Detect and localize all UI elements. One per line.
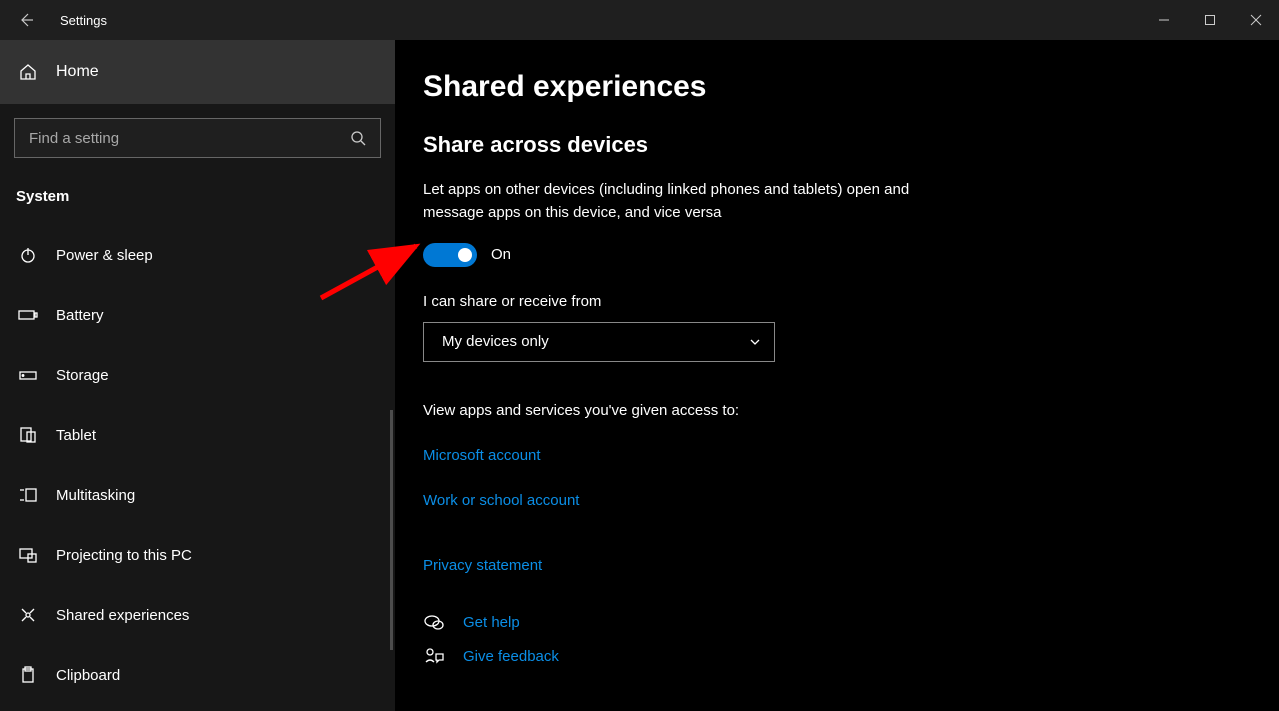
- sidebar-item-label: Multitasking: [56, 487, 135, 504]
- sidebar-item-tablet[interactable]: Tablet: [0, 405, 395, 465]
- tablet-icon: [18, 426, 38, 444]
- storage-icon: [18, 368, 38, 382]
- sidebar-item-projecting[interactable]: Projecting to this PC: [0, 525, 395, 585]
- arrow-left-icon: [18, 12, 34, 28]
- search-box[interactable]: [14, 118, 381, 158]
- clipboard-icon: [18, 666, 38, 684]
- sidebar-item-label: Battery: [56, 307, 104, 324]
- privacy-statement-link[interactable]: Privacy statement: [423, 557, 542, 574]
- toggle-state-label: On: [491, 246, 511, 263]
- sidebar-home-label: Home: [56, 63, 99, 81]
- get-help-link[interactable]: Get help: [463, 614, 520, 631]
- section-heading: Share across devices: [423, 132, 1251, 158]
- multitasking-icon: [18, 487, 38, 503]
- sidebar-home[interactable]: Home: [0, 40, 395, 104]
- sidebar-item-shared-experiences[interactable]: Shared experiences: [0, 585, 395, 645]
- maximize-icon: [1204, 14, 1216, 26]
- sidebar-scrollbar[interactable]: [390, 410, 393, 650]
- sidebar-item-storage[interactable]: Storage: [0, 345, 395, 405]
- search-input[interactable]: [29, 130, 350, 147]
- window-title: Settings: [60, 13, 107, 28]
- chat-icon: [423, 614, 445, 632]
- minimize-icon: [1158, 14, 1170, 26]
- back-button[interactable]: [10, 4, 42, 36]
- main-content: Shared experiences Share across devices …: [395, 40, 1279, 711]
- give-feedback-row[interactable]: Give feedback: [423, 648, 1251, 666]
- feedback-icon: [423, 648, 445, 666]
- section-description: Let apps on other devices (including lin…: [423, 178, 963, 225]
- share-across-devices-toggle[interactable]: [423, 243, 477, 267]
- sidebar: Home System Power & sleep: [0, 40, 395, 711]
- dropdown-value: My devices only: [442, 333, 549, 350]
- projecting-icon: [18, 547, 38, 563]
- minimize-button[interactable]: [1141, 4, 1187, 36]
- sidebar-item-multitasking[interactable]: Multitasking: [0, 465, 395, 525]
- sidebar-item-clipboard[interactable]: Clipboard: [0, 645, 395, 705]
- maximize-button[interactable]: [1187, 4, 1233, 36]
- share-from-dropdown[interactable]: My devices only: [423, 322, 775, 362]
- sidebar-nav: Power & sleep Battery Storage Tablet: [0, 225, 395, 705]
- sidebar-item-label: Clipboard: [56, 667, 120, 684]
- sidebar-item-label: Shared experiences: [56, 607, 189, 624]
- home-icon: [18, 63, 38, 81]
- sidebar-item-label: Tablet: [56, 427, 96, 444]
- toggle-knob: [458, 248, 472, 262]
- access-text: View apps and services you've given acce…: [423, 402, 1251, 419]
- search-icon: [350, 130, 366, 146]
- sidebar-section-label: System: [0, 158, 395, 215]
- battery-icon: [18, 308, 38, 322]
- microsoft-account-link[interactable]: Microsoft account: [423, 447, 541, 464]
- get-help-row[interactable]: Get help: [423, 614, 1251, 632]
- sidebar-item-label: Projecting to this PC: [56, 547, 192, 564]
- sidebar-item-battery[interactable]: Battery: [0, 285, 395, 345]
- title-bar: Settings: [0, 0, 1279, 40]
- sidebar-item-label: Storage: [56, 367, 109, 384]
- share-from-label: I can share or receive from: [423, 293, 1251, 310]
- sidebar-item-power-sleep[interactable]: Power & sleep: [0, 225, 395, 285]
- power-icon: [18, 246, 38, 264]
- sidebar-item-label: Power & sleep: [56, 247, 153, 264]
- work-school-account-link[interactable]: Work or school account: [423, 492, 579, 509]
- close-button[interactable]: [1233, 4, 1279, 36]
- chevron-down-icon: [748, 335, 762, 349]
- page-title: Shared experiences: [423, 70, 1251, 104]
- give-feedback-link[interactable]: Give feedback: [463, 648, 559, 665]
- shared-experiences-icon: [18, 606, 38, 624]
- window-controls: [1141, 4, 1279, 36]
- close-icon: [1250, 14, 1262, 26]
